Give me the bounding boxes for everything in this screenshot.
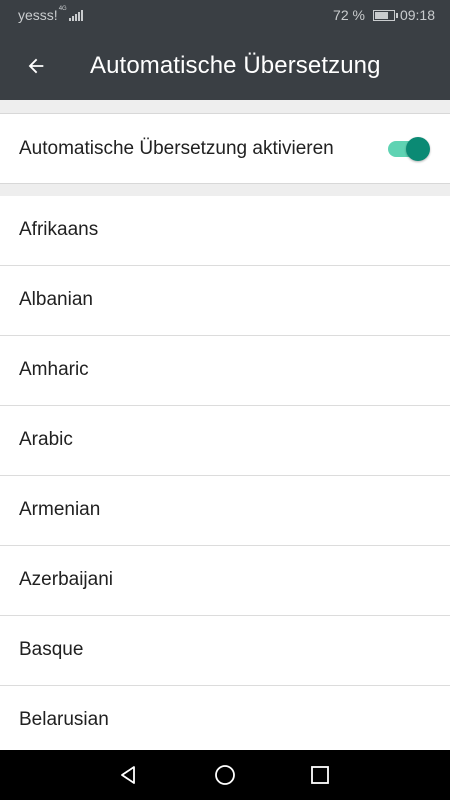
- status-bar: yesss! 4G 72 % 09:18: [0, 0, 450, 32]
- language-item-albanian[interactable]: Albanian: [0, 266, 450, 336]
- auto-translate-switch[interactable]: [386, 136, 430, 162]
- triangle-back-icon: [121, 766, 135, 784]
- square-recents-icon: [311, 766, 329, 784]
- carrier-info: yesss! 4G: [18, 6, 84, 23]
- language-label: Amharic: [19, 359, 89, 380]
- arrow-back-icon: [28, 58, 44, 74]
- switch-thumb: [406, 137, 430, 161]
- language-item-arabic[interactable]: Arabic: [0, 406, 450, 476]
- navigation-bar: [0, 750, 450, 800]
- language-label: Basque: [19, 639, 84, 660]
- language-label: Afrikaans: [19, 219, 99, 240]
- signal-icon: [68, 9, 84, 21]
- status-right: 72 % 09:18: [333, 7, 435, 23]
- nav-recents-button[interactable]: [305, 760, 335, 790]
- language-label: Albanian: [19, 289, 93, 310]
- auto-translate-label: Automatische Übersetzung aktivieren: [19, 138, 334, 159]
- screen: yesss! 4G 72 % 09:18 Automatische Überse…: [0, 0, 450, 800]
- language-item-basque[interactable]: Basque: [0, 616, 450, 686]
- circle-home-icon: [215, 765, 235, 785]
- language-item-afrikaans[interactable]: Afrikaans: [0, 196, 450, 266]
- section-divider: [0, 100, 450, 114]
- language-label: Armenian: [19, 499, 101, 520]
- language-list: Afrikaans Albanian Amharic Arabic Armeni…: [0, 196, 450, 756]
- language-label: Belarusian: [19, 709, 109, 730]
- back-button[interactable]: [16, 46, 56, 86]
- language-item-amharic[interactable]: Amharic: [0, 336, 450, 406]
- section-divider: [0, 183, 450, 197]
- nav-home-button[interactable]: [210, 760, 240, 790]
- language-item-azerbaijani[interactable]: Azerbaijani: [0, 546, 450, 616]
- language-label: Azerbaijani: [19, 569, 113, 590]
- auto-translate-toggle-row[interactable]: Automatische Übersetzung aktivieren: [0, 114, 450, 183]
- carrier-name: yesss!: [18, 7, 58, 23]
- page-title: Automatische Übersetzung: [90, 52, 381, 79]
- language-item-belarusian[interactable]: Belarusian: [0, 686, 450, 756]
- nav-back-button[interactable]: [113, 760, 143, 790]
- app-bar: Automatische Übersetzung: [0, 32, 450, 100]
- battery-icon: [372, 9, 398, 21]
- clock: 09:18: [399, 7, 435, 23]
- language-item-armenian[interactable]: Armenian: [0, 476, 450, 546]
- network-type: 4G: [58, 6, 67, 12]
- language-label: Arabic: [19, 429, 73, 450]
- battery-percent: 72 %: [333, 7, 365, 23]
